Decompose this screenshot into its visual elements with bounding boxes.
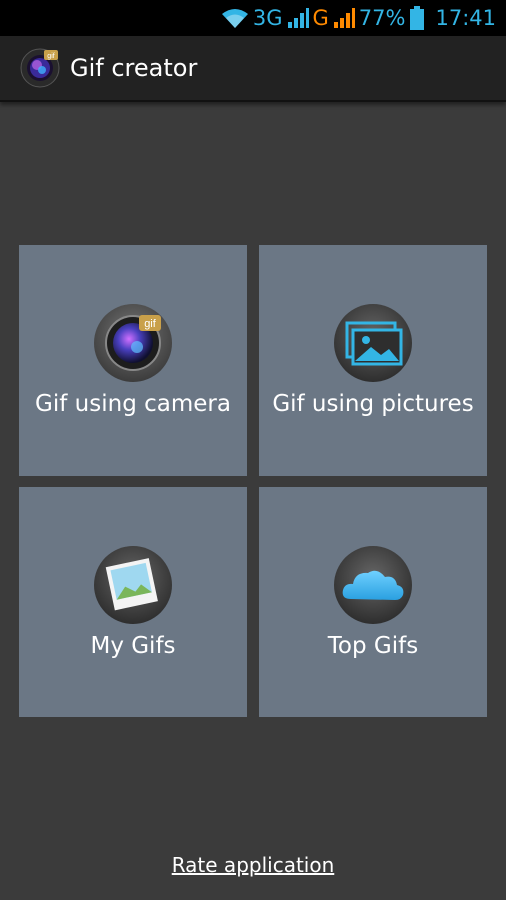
battery-icon xyxy=(410,6,425,30)
network-type-2: G xyxy=(312,6,329,30)
wifi-icon xyxy=(221,9,248,28)
tile-label: Gif using pictures xyxy=(272,391,474,417)
svg-text:gif: gif xyxy=(144,318,157,330)
signal-icon xyxy=(287,8,309,28)
rate-application-link[interactable]: Rate application xyxy=(0,853,506,877)
camera-gif-icon: gif xyxy=(94,304,172,382)
tile-gif-using-pictures[interactable]: Gif using pictures xyxy=(259,245,487,476)
tile-label: Gif using camera xyxy=(35,391,231,417)
app-logo-icon[interactable]: gif xyxy=(20,48,60,88)
signal-icon-2 xyxy=(333,8,355,28)
tile-top-gifs[interactable]: Top Gifs xyxy=(259,487,487,717)
cloud-icon xyxy=(334,546,412,624)
battery-percent: 77% xyxy=(358,6,406,30)
network-type-1: 3G xyxy=(252,6,283,30)
clock: 17:41 xyxy=(435,6,496,30)
status-bar: 3G G 77% 17:41 xyxy=(0,0,506,36)
app-title: Gif creator xyxy=(70,54,198,82)
action-bar: gif Gif creator xyxy=(0,36,506,102)
pictures-icon xyxy=(334,304,412,382)
tile-label: Top Gifs xyxy=(327,633,419,659)
tile-label: My Gifs xyxy=(90,633,176,659)
tile-gif-using-camera[interactable]: gif Gif using camera xyxy=(19,245,247,476)
svg-text:gif: gif xyxy=(47,53,54,60)
photo-icon xyxy=(94,546,172,624)
tile-my-gifs[interactable]: My Gifs xyxy=(19,487,247,717)
